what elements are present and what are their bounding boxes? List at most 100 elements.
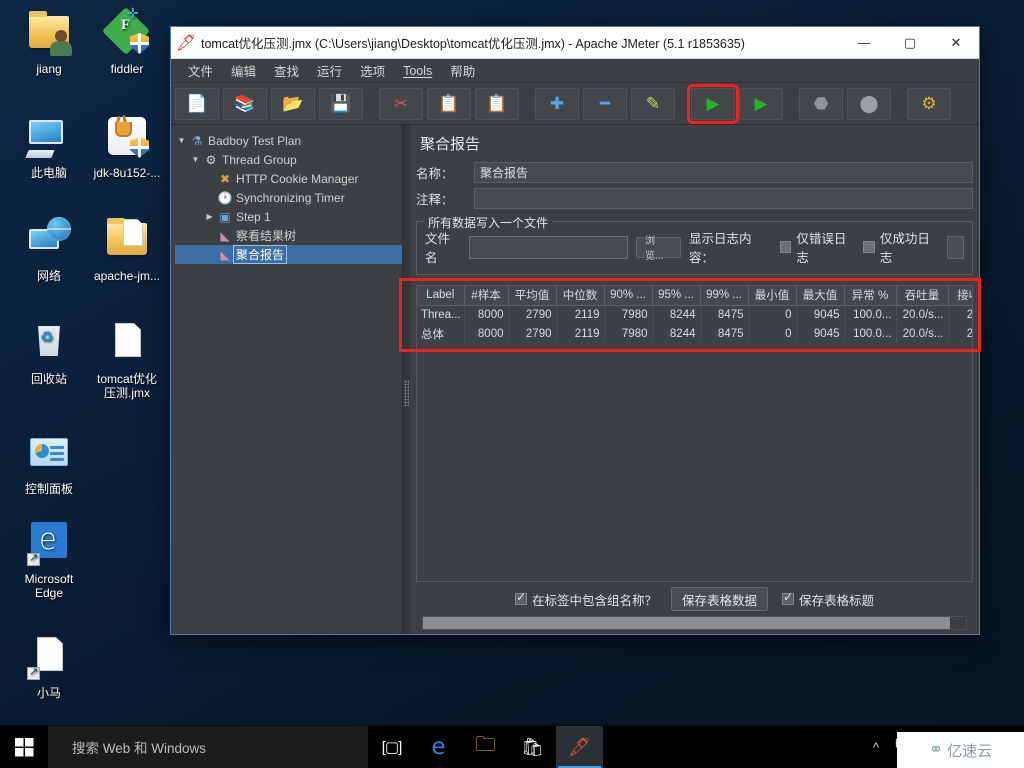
column-header-max[interactable]: 最大值 bbox=[796, 286, 845, 306]
column-header-throughput[interactable]: 吞吐量 bbox=[896, 286, 949, 306]
menu-search[interactable]: 查找 bbox=[265, 58, 308, 83]
configure-button[interactable] bbox=[946, 235, 964, 259]
watermark-text: 亿速云 bbox=[947, 742, 993, 760]
shutdown-button[interactable]: ⬤ bbox=[847, 87, 891, 120]
chevron-down-icon[interactable]: ▼ bbox=[175, 136, 188, 145]
desktop-icon-fiddler[interactable]: F ✛ fiddler bbox=[88, 6, 166, 76]
split-divider[interactable] bbox=[403, 125, 410, 634]
save-table-data-button[interactable]: 保存表格数据 bbox=[670, 587, 768, 611]
cell-pct90: 7980 bbox=[604, 305, 653, 324]
desktop-icon-jdk[interactable]: jdk-8u152-... bbox=[88, 112, 166, 180]
taskbar-button-file-explorer[interactable]: 🗀 bbox=[462, 726, 509, 768]
menu-tools[interactable]: Tools bbox=[394, 61, 441, 81]
column-header-average[interactable]: 平均值 bbox=[508, 286, 557, 306]
tree-item-view-results-tree[interactable]: ◣ 察看结果树 bbox=[175, 226, 402, 245]
column-header-min[interactable]: 最小值 bbox=[748, 286, 797, 306]
open-folder-icon: 📂 bbox=[282, 94, 304, 113]
cell-pct90: 7980 bbox=[604, 324, 653, 343]
split-grip-icon bbox=[404, 380, 409, 406]
menu-help[interactable]: 帮助 bbox=[441, 58, 484, 83]
toggle-button[interactable]: ✎ bbox=[631, 87, 675, 120]
name-input[interactable]: 聚合报告 bbox=[474, 162, 973, 183]
close-button[interactable]: ✕ bbox=[933, 27, 979, 59]
taskbar-button-store[interactable]: 🛍 bbox=[509, 726, 556, 768]
desktop-icon-control-panel[interactable]: 控制面板 bbox=[10, 428, 88, 496]
copy-button[interactable]: 📋 bbox=[427, 87, 471, 120]
taskbar-button-edge[interactable]: e bbox=[415, 726, 462, 768]
minimize-button[interactable]: — bbox=[841, 27, 887, 59]
collapse-all-button[interactable]: ━ bbox=[583, 87, 627, 120]
desktop-icon-apache-jmeter[interactable]: apache-jm... bbox=[88, 215, 166, 283]
table-row[interactable]: 总体 8000 2790 2119 7980 8244 8475 0 9045 100.0... 2… bbox=[417, 324, 972, 343]
taskbar-button-jmeter[interactable]: 🖋 bbox=[556, 725, 603, 768]
menu-options[interactable]: 选项 bbox=[351, 58, 394, 83]
success-only-checkbox[interactable]: 仅成功日志 bbox=[863, 228, 938, 266]
clear-button[interactable]: ⚙ bbox=[907, 87, 951, 120]
table-row[interactable]: Threa... 8000 2790 2119 7980 8244 8475 0 9045 100… bbox=[417, 305, 972, 324]
column-header-label[interactable]: Label bbox=[417, 286, 465, 306]
open-button[interactable]: 📂 bbox=[271, 87, 315, 120]
scrollbar-thumb[interactable] bbox=[423, 617, 950, 629]
chevron-right-icon[interactable]: ▶ bbox=[203, 212, 216, 221]
comment-input[interactable] bbox=[474, 188, 973, 209]
column-header-pct99[interactable]: 99% ... bbox=[700, 286, 749, 306]
column-header-pct90[interactable]: 90% ... bbox=[604, 286, 653, 306]
column-header-error_pct[interactable]: 异常 % bbox=[844, 286, 897, 306]
save-button[interactable]: 💾 bbox=[319, 87, 363, 120]
desktop-icon-recycle-bin[interactable]: 回收站 bbox=[10, 318, 88, 386]
templates-button[interactable]: 📚 bbox=[223, 87, 267, 120]
menu-edit[interactable]: 编辑 bbox=[222, 58, 265, 83]
controller-icon: ▣ bbox=[219, 209, 231, 224]
desktop-icon-jiang[interactable]: jiang bbox=[10, 8, 88, 76]
column-header-samples[interactable]: #样本 bbox=[464, 286, 509, 306]
desktop-icon-network[interactable]: 网络 bbox=[10, 215, 88, 283]
menu-file[interactable]: 文件 bbox=[179, 58, 222, 83]
tree-item-badboy-test-plan[interactable]: ▼ ⚗ Badboy Test Plan bbox=[175, 131, 402, 150]
cell-pct95: 8244 bbox=[652, 305, 701, 324]
column-header-pct95[interactable]: 95% ... bbox=[652, 286, 701, 306]
aggregate-results-table-container[interactable]: Label #样本 平均值 中位数 90% ... 95% ... 99% ... 最小值 最大… bbox=[416, 285, 973, 582]
cell-error_pct: 100.0... bbox=[844, 324, 897, 343]
errors-only-checkbox[interactable]: 仅错误日志 bbox=[779, 228, 855, 266]
desktop-icon-microsoft-edge[interactable]: e Microsoft Edge bbox=[10, 518, 88, 600]
main-split-pane: ▼ ⚗ Badboy Test Plan ▼ ⚙ Thread Group ✖ HTTP Co… bbox=[171, 125, 979, 634]
column-header-median[interactable]: 中位数 bbox=[556, 286, 605, 306]
expand-all-button[interactable]: ✚ bbox=[535, 87, 579, 120]
start-button[interactable]: ▶ bbox=[687, 83, 739, 124]
start-button[interactable] bbox=[0, 726, 48, 768]
show-hidden-icons-button[interactable]: ^ bbox=[862, 740, 890, 755]
taskbar-button-task-view[interactable]: [▢] bbox=[368, 726, 415, 768]
search-input[interactable]: 搜索 Web 和 Windows bbox=[48, 725, 368, 768]
aggregate-results-table: Label #样本 平均值 中位数 90% ... 95% ... 99% ... 最小值 最大… bbox=[417, 286, 972, 343]
watermark-logo-icon: ⚭ bbox=[928, 740, 944, 759]
shutdown-icon: ⬤ bbox=[859, 94, 879, 113]
column-header-received_kb[interactable]: 接收 K bbox=[948, 286, 972, 306]
errors-only-label: 仅错误日志 bbox=[796, 232, 847, 265]
tool-bar: 📄 📚 📂 💾 ✂ 📋 📋 ✚ ━ ✎ ▶ ▶ ⬣ ⬤ ⚙ bbox=[171, 83, 979, 125]
tree-item-aggregate-report[interactable]: ◣ 聚合报告 bbox=[175, 245, 402, 264]
start-no-pauses-button[interactable]: ▶ bbox=[739, 87, 783, 120]
desktop-icon-this-pc[interactable]: 此电脑 bbox=[10, 112, 88, 180]
menu-run[interactable]: 运行 bbox=[308, 58, 351, 83]
stop-button[interactable]: ⬣ bbox=[799, 87, 843, 120]
test-plan-tree[interactable]: ▼ ⚗ Badboy Test Plan ▼ ⚙ Thread Group ✖ HTTP Co… bbox=[171, 125, 403, 634]
tree-item-synchronizing-timer[interactable]: 🕐 Synchronizing Timer bbox=[175, 188, 402, 207]
horizontal-scrollbar[interactable] bbox=[422, 616, 967, 630]
cut-button[interactable]: ✂ bbox=[379, 87, 423, 120]
browse-button[interactable]: 浏览... bbox=[636, 236, 681, 262]
tree-item-thread-group[interactable]: ▼ ⚙ Thread Group bbox=[175, 150, 402, 169]
save-table-header-checkbox[interactable]: 保存表格标题 bbox=[782, 590, 874, 609]
maximize-button[interactable]: ▢ bbox=[887, 27, 933, 59]
include-group-name-checkbox[interactable]: 在标签中包含组名称？ bbox=[514, 590, 657, 609]
tree-item-step-1[interactable]: ▶ ▣ Step 1 bbox=[175, 207, 402, 226]
paste-button[interactable]: 📋 bbox=[475, 87, 519, 120]
windows-logo-icon bbox=[14, 737, 34, 757]
desktop-icon-xiaoma[interactable]: 小马 bbox=[10, 632, 88, 700]
cell-pct99: 8475 bbox=[700, 324, 749, 343]
new-button[interactable]: 📄 bbox=[175, 87, 219, 120]
chevron-down-icon[interactable]: ▼ bbox=[189, 155, 202, 164]
tree-item-http-cookie-manager[interactable]: ✖ HTTP Cookie Manager bbox=[175, 169, 402, 188]
filename-input[interactable] bbox=[468, 235, 629, 259]
plus-icon: ✚ bbox=[549, 94, 565, 113]
desktop-icon-tomcat-jmx[interactable]: tomcat优化 压测.jmx bbox=[88, 318, 166, 400]
